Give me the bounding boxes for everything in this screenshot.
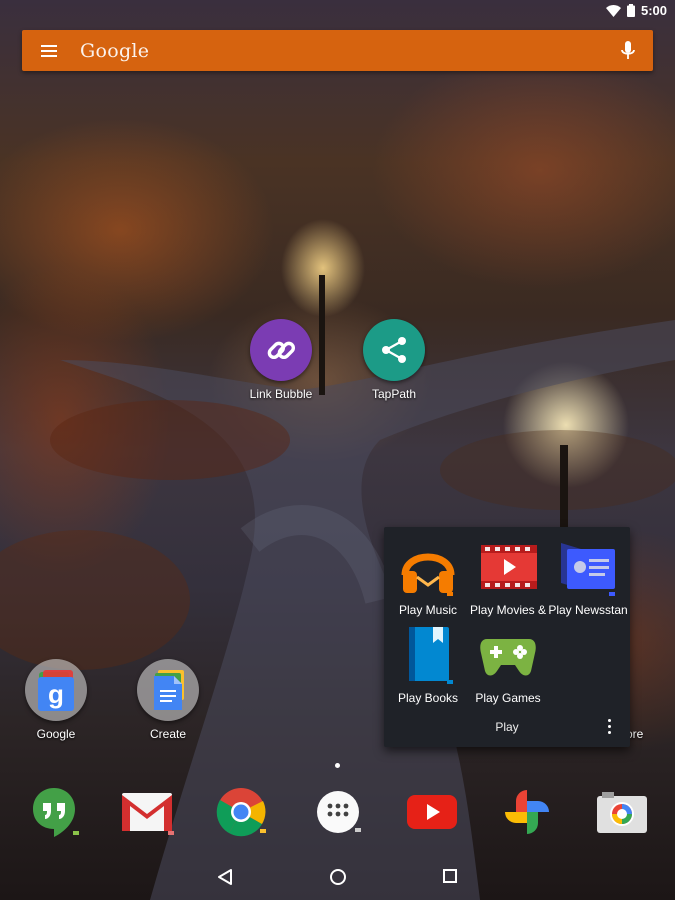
- google-search-bar[interactable]: Google: [22, 30, 653, 71]
- folder-title[interactable]: Play: [384, 720, 630, 734]
- gmail-icon: [122, 793, 172, 831]
- app-play-music[interactable]: Play Music: [387, 537, 469, 617]
- recents-icon[interactable]: [442, 868, 458, 884]
- more-vert-icon[interactable]: [608, 719, 612, 735]
- app-play-newsstand[interactable]: Play Newsstan: [547, 537, 629, 617]
- battery-icon: [626, 4, 635, 17]
- film-icon: [481, 545, 537, 589]
- mic-icon[interactable]: [621, 41, 635, 61]
- app-label: Google: [36, 727, 76, 741]
- app-label: Play Movies &: [469, 603, 547, 617]
- dock-gmail[interactable]: [120, 785, 174, 839]
- status-time: 5:00: [640, 3, 667, 18]
- app-tappath[interactable]: TapPath: [344, 319, 444, 401]
- camera-icon: [597, 792, 647, 833]
- headphones-icon: [401, 553, 455, 596]
- page-indicator: [335, 763, 340, 768]
- app-play-games[interactable]: Play Games: [467, 625, 549, 705]
- dock-hangouts[interactable]: [27, 785, 81, 839]
- app-label: Play Music: [398, 603, 457, 617]
- dock-youtube[interactable]: [405, 785, 459, 839]
- play-folder-popup: Play Music Play Movies & Play Newsstan P…: [384, 527, 630, 747]
- newsstand-icon: [561, 543, 615, 596]
- youtube-icon: [407, 795, 457, 829]
- app-link-bubble[interactable]: Link Bubble: [231, 319, 331, 401]
- gamepad-icon: [480, 639, 536, 676]
- app-label: Play Books: [397, 691, 459, 705]
- book-icon: [409, 627, 453, 684]
- photos-icon: [505, 790, 549, 834]
- link-icon: [250, 319, 312, 381]
- dock-app-drawer[interactable]: [311, 785, 365, 839]
- navigation-bar: [0, 856, 675, 900]
- wifi-icon: [605, 4, 621, 17]
- back-icon[interactable]: [217, 868, 233, 886]
- dock-chrome[interactable]: [214, 785, 268, 839]
- google-logo: Google: [80, 39, 150, 62]
- hangouts-icon: [33, 788, 75, 837]
- menu-icon[interactable]: [41, 44, 57, 57]
- google-folder-icon: g: [25, 659, 87, 721]
- folder-google[interactable]: g Google: [6, 659, 106, 741]
- share-icon: [363, 319, 425, 381]
- status-bar: 5:00: [0, 0, 675, 24]
- app-label: Play Newsstan: [548, 603, 628, 617]
- dock-photos[interactable]: [500, 785, 554, 839]
- chrome-icon: [216, 788, 266, 837]
- app-label: Link Bubble: [249, 387, 313, 401]
- app-play-movies[interactable]: Play Movies &: [467, 537, 549, 617]
- app-play-books[interactable]: Play Books: [387, 625, 469, 705]
- app-label: Create: [149, 727, 187, 741]
- app-label: TapPath: [371, 387, 417, 401]
- dock-camera[interactable]: [595, 785, 649, 839]
- folder-create[interactable]: Create: [118, 659, 218, 741]
- svg-text:g: g: [48, 679, 64, 709]
- home-icon[interactable]: [329, 868, 347, 886]
- app-label: Play Games: [475, 691, 541, 705]
- docs-folder-icon: [137, 659, 199, 721]
